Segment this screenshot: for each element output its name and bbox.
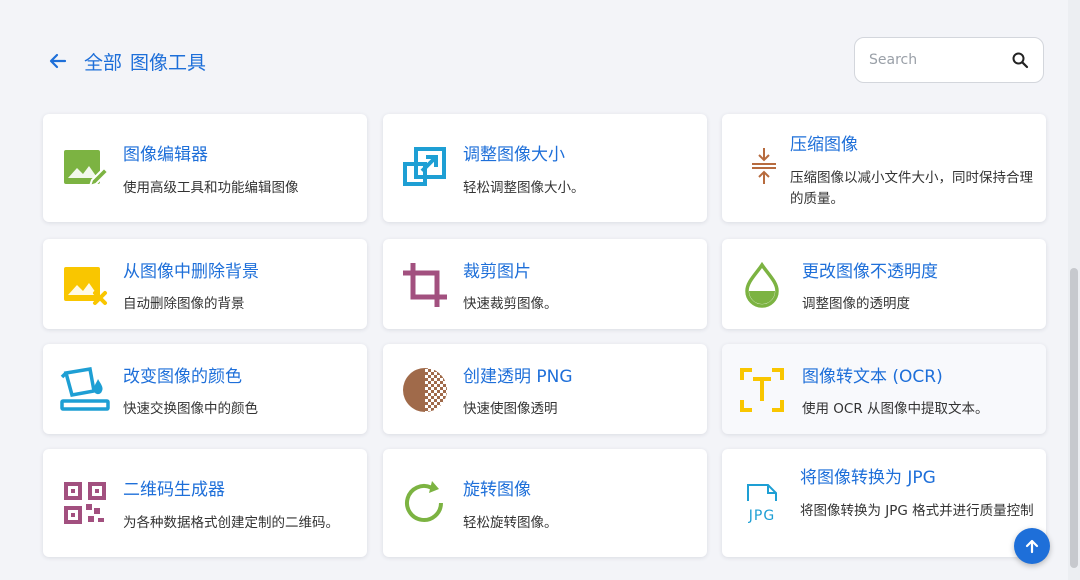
tool-card-ocr[interactable]: 图像转文本 (OCR) 使用 OCR 从图像中提取文本。	[722, 344, 1046, 434]
tool-title: 从图像中删除背景	[123, 262, 259, 282]
page: 全部 图像工具 图像编辑器 使用高级工具和功能编辑图像	[0, 0, 1068, 580]
opacity-drop-icon	[736, 259, 788, 311]
tool-description: 使用高级工具和功能编辑图像	[123, 180, 299, 196]
tool-title: 图像编辑器	[123, 145, 208, 165]
tool-title: 二维码生成器	[123, 480, 225, 500]
tool-card-crop[interactable]: 裁剪图片 快速裁剪图像。	[383, 239, 707, 329]
tool-card-convert-jpg[interactable]: JPG 将图像转换为 JPG 将图像转换为 JPG 格式并进行质量控制	[722, 449, 1046, 557]
tool-card-opacity[interactable]: 更改图像不透明度 调整图像的透明度	[722, 239, 1046, 329]
tool-description: 快速交换图像中的颜色	[123, 401, 258, 417]
tool-title: 裁剪图片	[463, 262, 531, 282]
tool-description: 为各种数据格式创建定制的二维码。	[123, 515, 339, 531]
tool-description: 轻松调整图像大小。	[463, 180, 585, 196]
tool-card-remove-background[interactable]: 从图像中删除背景 自动删除图像的背景	[43, 239, 367, 329]
tool-description: 快速裁剪图像。	[463, 296, 558, 312]
tool-title: 旋转图像	[463, 480, 531, 500]
ocr-text-icon	[736, 364, 788, 416]
scroll-to-top-button[interactable]	[1014, 528, 1050, 564]
tool-description: 压缩图像以减小文件大小，同时保持合理的质量。	[790, 170, 1033, 207]
search-box	[854, 37, 1044, 83]
page-header: 全部 图像工具	[48, 36, 206, 86]
tool-title: 将图像转换为 JPG	[800, 468, 936, 488]
tool-title: 调整图像大小	[463, 145, 565, 165]
tool-description: 调整图像的透明度	[802, 296, 910, 312]
tool-description: 自动删除图像的背景	[123, 296, 245, 312]
tool-card-resize[interactable]: 调整图像大小 轻松调整图像大小。	[383, 114, 707, 222]
qr-code-icon	[59, 477, 111, 529]
resize-icon	[399, 142, 451, 194]
tool-title: 更改图像不透明度	[802, 262, 938, 282]
tool-card-rotate[interactable]: 旋转图像 轻松旋转图像。	[383, 449, 707, 557]
tool-title: 创建透明 PNG	[463, 367, 573, 387]
search-input[interactable]	[867, 51, 1001, 69]
remove-background-icon	[59, 259, 111, 311]
tool-card-transparent-png[interactable]: 创建透明 PNG 快速使图像透明	[383, 344, 707, 434]
tool-description: 轻松旋转图像。	[463, 515, 558, 531]
tool-title: 压缩图像	[790, 135, 858, 155]
tool-card-compress[interactable]: 压缩图像 压缩图像以减小文件大小，同时保持合理的质量。	[722, 114, 1046, 222]
tool-description: 快速使图像透明	[463, 401, 558, 417]
tool-description: 使用 OCR 从图像中提取文本。	[802, 401, 989, 417]
jpg-file-icon: JPG	[736, 477, 788, 529]
compress-icon	[738, 140, 790, 192]
paint-bucket-icon	[59, 364, 111, 416]
rotate-icon	[399, 477, 451, 529]
scrollbar-track[interactable]	[1068, 0, 1080, 580]
tool-title: 图像转文本 (OCR)	[802, 367, 943, 387]
search-icon[interactable]	[1011, 51, 1029, 69]
breadcrumb-all[interactable]: 全部	[84, 48, 122, 75]
breadcrumb-current: 图像工具	[130, 51, 207, 74]
tool-card-image-editor[interactable]: 图像编辑器 使用高级工具和功能编辑图像	[43, 114, 367, 222]
tool-title: 改变图像的颜色	[123, 367, 242, 387]
tool-card-qr-generator[interactable]: 二维码生成器 为各种数据格式创建定制的二维码。	[43, 449, 367, 557]
scrollbar-thumb[interactable]	[1070, 268, 1078, 568]
tool-card-change-color[interactable]: 改变图像的颜色 快速交换图像中的颜色	[43, 344, 367, 434]
svg-text:JPG: JPG	[748, 508, 775, 524]
image-edit-icon	[59, 142, 111, 194]
back-arrow-icon[interactable]	[48, 50, 70, 72]
transparent-png-icon	[399, 364, 451, 416]
crop-icon	[399, 259, 451, 311]
arrow-up-icon	[1025, 539, 1039, 554]
tool-description: 将图像转换为 JPG 格式并进行质量控制	[800, 503, 1034, 519]
breadcrumb: 全部 图像工具	[84, 48, 206, 75]
